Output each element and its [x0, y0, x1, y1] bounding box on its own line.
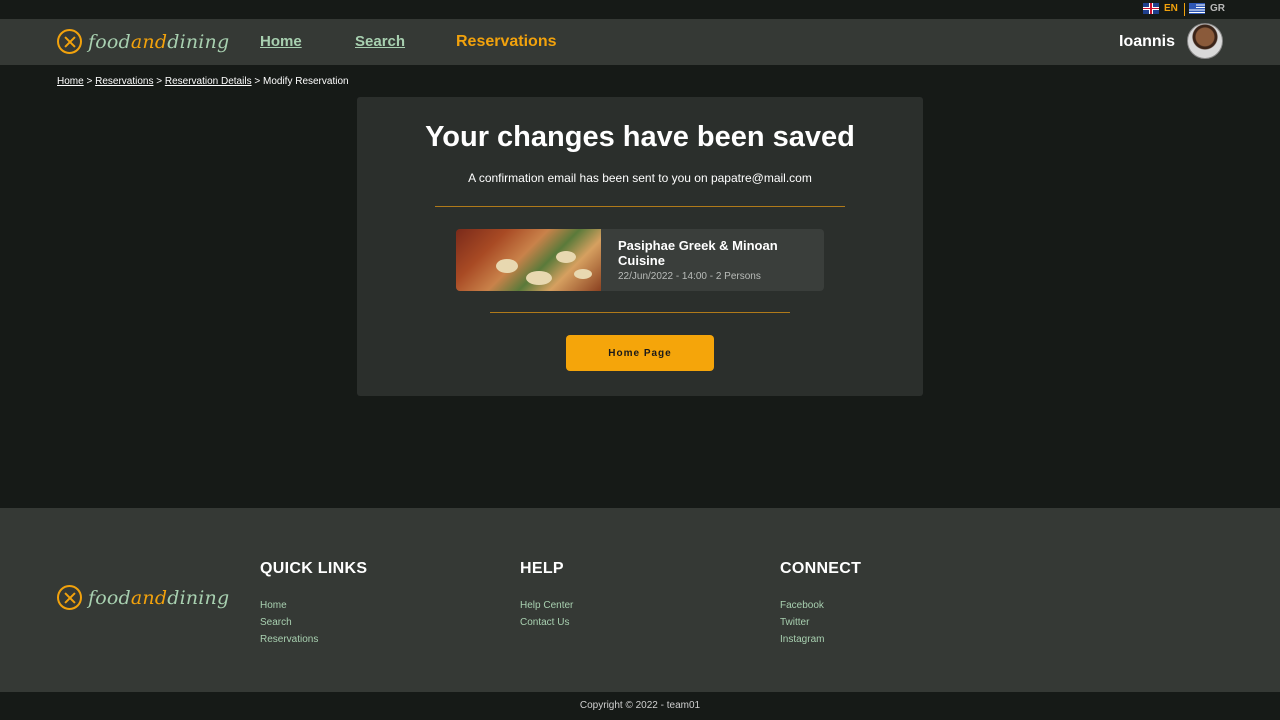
confirmation-card: Your changes have been saved A confirmat…: [357, 97, 923, 396]
language-greek-label: GR: [1210, 3, 1225, 14]
site-header: foodanddining Home Search Reservations I…: [0, 19, 1280, 65]
greece-flag-icon: [1189, 3, 1205, 14]
footer-link-contact-us[interactable]: Contact Us: [520, 617, 573, 634]
language-divider: [1184, 3, 1185, 16]
uk-flag-icon: [1143, 3, 1159, 14]
avatar[interactable]: [1187, 23, 1223, 59]
footer-logo[interactable]: foodanddining: [57, 585, 229, 610]
restaurant-name: Pasiphae Greek & Minoan Cuisine: [618, 238, 778, 268]
logo-text: foodanddining: [88, 30, 230, 53]
fork-knife-icon: [57, 585, 82, 610]
header-logo[interactable]: foodanddining: [57, 29, 229, 54]
footer-link-help-center[interactable]: Help Center: [520, 600, 573, 617]
breadcrumb-separator: >: [156, 76, 163, 87]
nav-reservations[interactable]: Reservations: [456, 33, 557, 51]
fork-knife-icon: [57, 29, 82, 54]
nav-search[interactable]: Search: [355, 33, 405, 50]
page-title: Your changes have been saved: [425, 121, 855, 153]
language-bar: EN GR: [0, 0, 1280, 19]
footer-link-facebook[interactable]: Facebook: [780, 600, 861, 617]
home-page-button[interactable]: Home Page: [566, 335, 714, 371]
copyright: Copyright © 2022 - team01: [0, 692, 1280, 720]
language-greek[interactable]: GR: [1189, 3, 1225, 14]
breadcrumb-separator: >: [254, 76, 261, 87]
logo-text: foodanddining: [88, 586, 230, 609]
site-footer: foodanddining QUICK LINKS Home Search Re…: [0, 508, 1280, 692]
footer-connect: CONNECT Facebook Twitter Instagram: [780, 560, 861, 651]
footer-link-reservations[interactable]: Reservations: [260, 634, 367, 651]
breadcrumb-separator: >: [86, 76, 93, 87]
footer-heading: CONNECT: [780, 560, 862, 577]
reservation-summary[interactable]: Pasiphae Greek & Minoan Cuisine 22/Jun/2…: [456, 229, 824, 291]
footer-link-search[interactable]: Search: [260, 617, 367, 634]
reservation-details: 22/Jun/2022 - 14:00 - 2 Persons: [618, 271, 761, 282]
language-english[interactable]: EN: [1143, 3, 1178, 14]
footer-link-twitter[interactable]: Twitter: [780, 617, 861, 634]
confirmation-message: A confirmation email has been sent to yo…: [468, 171, 812, 185]
breadcrumb: Home > Reservations > Reservation Detail…: [57, 76, 349, 87]
breadcrumb-current: Modify Reservation: [262, 76, 349, 87]
footer-link-home[interactable]: Home: [260, 600, 367, 617]
breadcrumb-reservations[interactable]: Reservations: [95, 76, 153, 87]
breadcrumb-reservation-details[interactable]: Reservation Details: [165, 76, 252, 87]
restaurant-image: [456, 229, 601, 291]
divider: [435, 206, 845, 207]
footer-help: HELP Help Center Contact Us: [520, 560, 573, 634]
footer-link-instagram[interactable]: Instagram: [780, 634, 861, 651]
nav-home[interactable]: Home: [260, 33, 302, 50]
breadcrumb-home[interactable]: Home: [57, 76, 84, 87]
divider: [490, 312, 790, 313]
footer-heading: HELP: [520, 560, 564, 577]
language-english-label: EN: [1164, 3, 1178, 14]
footer-quick-links: QUICK LINKS Home Search Reservations: [260, 560, 367, 651]
footer-heading: QUICK LINKS: [260, 560, 368, 577]
user-name[interactable]: Ioannis: [1119, 33, 1175, 51]
